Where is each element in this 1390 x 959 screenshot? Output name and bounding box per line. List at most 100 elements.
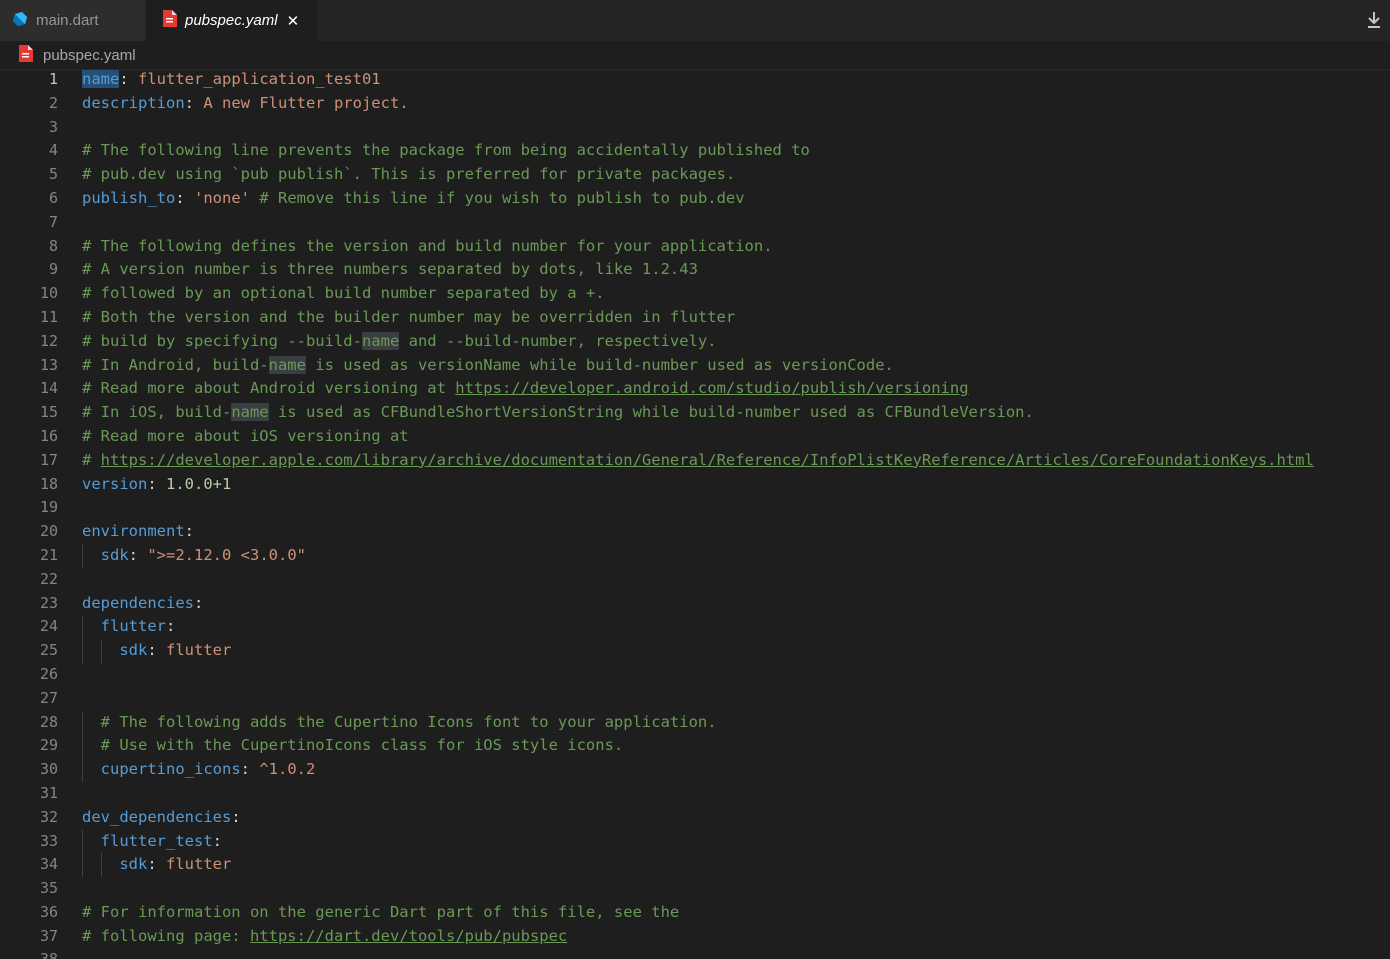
tab-bar: main.dart pubspec.yaml ✕ <box>0 0 1390 41</box>
line-number: 1 <box>48 70 58 88</box>
code-line[interactable]: # pub.dev using `pub publish`. This is p… <box>82 163 1390 187</box>
code-token: : <box>128 545 148 564</box>
code-token: ^1.0.2 <box>259 760 316 779</box>
code-line[interactable]: dependencies: <box>82 592 1390 616</box>
code-token: # Both the version and the builder numbe… <box>82 307 736 326</box>
code-token: # Read more about Android versioning at <box>82 379 456 398</box>
breadcrumb[interactable]: pubspec.yaml <box>0 41 1390 70</box>
code-line[interactable]: # build by specifying --build-name and -… <box>82 330 1390 354</box>
code-line[interactable]: # Use with the CupertinoIcons class for … <box>82 734 1390 759</box>
code-link[interactable]: https://developer.apple.com/library/arch… <box>101 451 1314 469</box>
code-token: # For information on the generic Dart pa… <box>82 902 680 921</box>
line-number: 21 <box>39 545 58 564</box>
code-link[interactable]: https://dart.dev/tools/pub/pubspec <box>250 927 567 945</box>
line-number: 10 <box>39 284 58 303</box>
code-line[interactable]: sdk: flutter <box>82 853 1390 878</box>
line-number: 29 <box>39 736 58 755</box>
code-token: # pub.dev using `pub publish`. This is p… <box>82 165 736 184</box>
line-number: 25 <box>39 641 58 660</box>
code-line[interactable]: # In Android, build-name is used as vers… <box>82 354 1390 378</box>
tab-main-dart[interactable]: main.dart <box>0 0 146 41</box>
code-token: sdk <box>100 545 129 564</box>
code-line[interactable] <box>82 116 1390 140</box>
code-line[interactable] <box>82 568 1390 592</box>
tab-pubspec-yaml[interactable]: pubspec.yaml ✕ <box>146 0 318 41</box>
code-line[interactable]: version: 1.0.0+1 <box>82 473 1390 497</box>
code-token: # following page: <box>82 926 250 945</box>
code-token: : <box>184 522 194 541</box>
indent-guide <box>101 853 103 878</box>
code-line[interactable]: # Both the version and the builder numbe… <box>82 306 1390 330</box>
code-line[interactable] <box>82 687 1390 711</box>
code-line[interactable]: cupertino_icons: ^1.0.2 <box>82 758 1390 782</box>
indent-guide <box>82 734 83 759</box>
line-number: 14 <box>39 379 58 398</box>
code-line[interactable]: sdk: flutter <box>82 639 1390 663</box>
indent-guide <box>82 615 83 640</box>
line-number: 11 <box>39 307 58 326</box>
indent-guide <box>82 758 83 782</box>
line-number: 34 <box>39 855 58 874</box>
download-icon[interactable] <box>1366 11 1382 29</box>
line-number: 9 <box>48 260 58 279</box>
code-line[interactable]: dev_dependencies: <box>82 806 1390 830</box>
code-token: # In iOS, build- <box>82 403 232 422</box>
code-line[interactable]: environment: <box>82 520 1390 544</box>
code-line[interactable]: flutter: <box>82 615 1390 640</box>
code-token: # In Android, build- <box>82 355 269 374</box>
code-line[interactable]: # https://developer.apple.com/library/ar… <box>82 449 1390 473</box>
code-line[interactable] <box>82 948 1390 959</box>
yaml-file-icon <box>162 10 177 31</box>
code-line[interactable]: name: flutter_application_test01 <box>82 68 1390 92</box>
code-line[interactable]: # In iOS, build-name is used as CFBundle… <box>82 401 1390 425</box>
code-token: name <box>268 355 306 374</box>
code-line[interactable] <box>82 663 1390 687</box>
code-token: : <box>193 593 204 612</box>
code-token: : <box>240 760 260 779</box>
code-token: name <box>231 403 269 422</box>
breadcrumb-label: pubspec.yaml <box>43 46 136 64</box>
code-token: sdk <box>119 855 148 874</box>
code-token: cupertino_icons <box>100 760 241 779</box>
yaml-file-icon <box>18 44 33 66</box>
code-token: # The following adds the Cupertino Icons… <box>100 712 717 731</box>
code-line[interactable]: description: A new Flutter project. <box>82 92 1390 116</box>
line-number: 27 <box>39 688 58 707</box>
code-line[interactable]: # Read more about iOS versioning at <box>82 425 1390 449</box>
code-line[interactable]: # The following defines the version and … <box>82 235 1390 259</box>
code-line[interactable] <box>82 496 1390 520</box>
indent-guide <box>82 710 83 735</box>
code-line[interactable]: # followed by an optional build number s… <box>82 282 1390 306</box>
line-number: 12 <box>39 331 58 350</box>
line-number: 17 <box>39 450 58 469</box>
code-token: # Remove this line if you wish to publis… <box>259 188 745 207</box>
code-area[interactable]: name: flutter_application_test01 descript… <box>82 68 1390 959</box>
code-token: : <box>147 641 166 660</box>
code-line[interactable]: # The following adds the Cupertino Icons… <box>82 710 1390 735</box>
code-line[interactable]: sdk: ">=2.12.0 <3.0.0" <box>82 543 1390 568</box>
code-link[interactable]: https://developer.android.com/studio/pub… <box>455 379 968 397</box>
line-number: 2 <box>48 93 58 112</box>
code-line[interactable] <box>82 782 1390 806</box>
code-line[interactable] <box>82 877 1390 901</box>
code-token: # A version number is three numbers sepa… <box>82 260 698 279</box>
code-token: flutter <box>100 617 166 636</box>
code-token: is used as versionName while build-numbe… <box>305 355 894 374</box>
line-number: 4 <box>48 141 58 160</box>
code-line[interactable]: # Read more about Android versioning at … <box>82 377 1390 401</box>
line-number: 3 <box>48 117 58 136</box>
indent-guide <box>82 829 83 854</box>
code-line[interactable]: # following page: https://dart.dev/tools… <box>82 925 1390 949</box>
dart-icon <box>12 11 28 31</box>
code-line[interactable]: publish_to: 'none' # Remove this line if… <box>82 187 1390 211</box>
close-icon[interactable]: ✕ <box>287 12 300 30</box>
code-line[interactable]: # A version number is three numbers sepa… <box>82 258 1390 282</box>
code-line[interactable]: flutter_test: <box>82 829 1390 854</box>
code-line[interactable]: # For information on the generic Dart pa… <box>82 901 1390 925</box>
code-line[interactable] <box>82 211 1390 235</box>
code-line[interactable]: # The following line prevents the packag… <box>82 139 1390 163</box>
line-number: 24 <box>39 617 58 636</box>
code-editor[interactable]: 1 2 3 4 5 6 7 8 9 10 11 12 13 14 15 16 17 18 19 20 21 22 23 24 2… <box>0 68 1390 959</box>
